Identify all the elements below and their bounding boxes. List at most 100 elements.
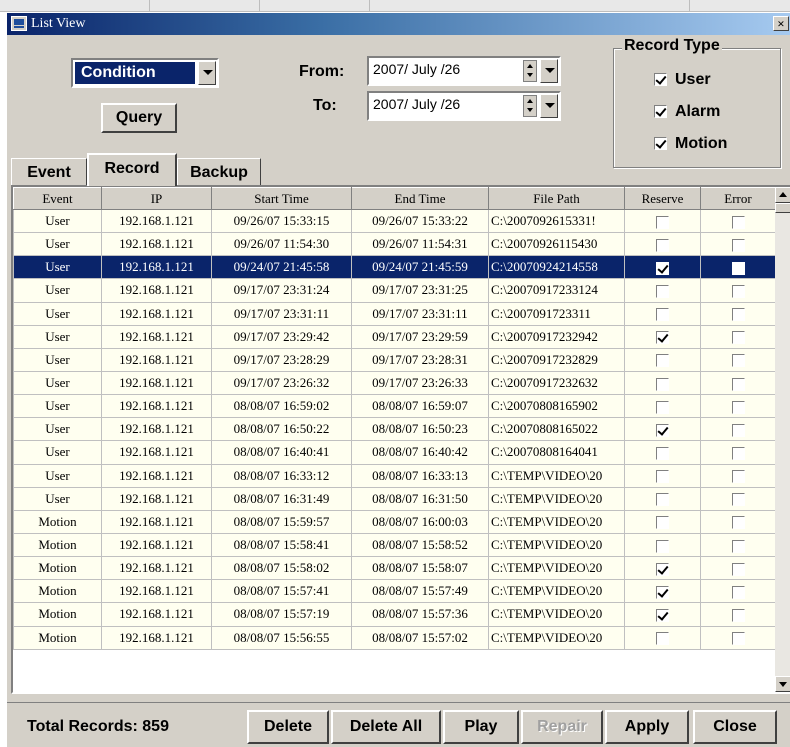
table-row[interactable]: User 192.168.1.121 09/17/07 23:31:24 09/17/… xyxy=(13,278,776,303)
table-row[interactable]: User 192.168.1.121 09/26/07 11:54:30 09/26/… xyxy=(13,232,776,257)
error-checkbox[interactable] xyxy=(731,238,745,252)
from-date-picker[interactable]: 2007/ July /26 xyxy=(367,56,561,86)
title-bar: List View × xyxy=(7,13,790,35)
motion-checkbox[interactable] xyxy=(654,137,667,151)
error-checkbox[interactable] xyxy=(731,470,745,484)
query-button[interactable]: Query xyxy=(101,103,177,133)
table-row[interactable]: User 192.168.1.121 08/08/07 16:33:12 08/08/… xyxy=(13,463,776,488)
reserve-checkbox[interactable] xyxy=(656,238,669,252)
table-row[interactable]: User 192.168.1.121 09/17/07 23:31:11 09/17/… xyxy=(13,301,776,326)
error-checkbox[interactable] xyxy=(731,608,745,622)
table-row[interactable]: User 192.168.1.121 08/08/07 16:59:02 08/08/… xyxy=(13,394,776,419)
column-header-reserve[interactable]: Reserve xyxy=(624,187,701,210)
reserve-checkbox[interactable] xyxy=(656,493,669,507)
column-header-start-time[interactable]: Start Time xyxy=(211,187,352,210)
error-checkbox[interactable] xyxy=(731,493,745,507)
vertical-scrollbar[interactable] xyxy=(775,187,790,692)
table-row[interactable]: Motion 192.168.1.121 08/08/07 15:57:19 08/0… xyxy=(13,602,776,627)
reserve-checkbox[interactable] xyxy=(656,423,669,437)
error-checkbox[interactable] xyxy=(731,215,745,229)
table-row[interactable]: Motion 192.168.1.121 08/08/07 15:57:41 08/0… xyxy=(13,579,776,604)
reserve-cell xyxy=(624,625,701,650)
table-row[interactable]: Motion 192.168.1.121 08/08/07 15:58:41 08/0… xyxy=(13,532,776,558)
table-row[interactable]: User 192.168.1.121 09/17/07 23:29:42 09/17/… xyxy=(13,324,776,349)
error-checkbox[interactable] xyxy=(731,400,745,414)
table-row[interactable]: User 192.168.1.121 08/08/07 16:40:41 08/08/… xyxy=(13,440,776,465)
error-checkbox[interactable] xyxy=(731,285,745,298)
table-row[interactable]: User 192.168.1.121 09/26/07 15:33:15 09/26/… xyxy=(13,208,776,234)
column-header-file-path[interactable]: File Path xyxy=(488,187,625,210)
reserve-checkbox[interactable] xyxy=(656,285,669,298)
column-header-end-time[interactable]: End Time xyxy=(351,187,489,210)
table-row[interactable]: User 192.168.1.121 09/17/07 23:26:32 09/17/… xyxy=(13,370,776,396)
reserve-checkbox[interactable] xyxy=(656,331,669,345)
delete-all-button[interactable]: Delete All xyxy=(331,710,441,744)
chevron-down-icon[interactable] xyxy=(198,61,216,85)
file-path-cell: C:\20070917232632 xyxy=(488,370,625,396)
play-button[interactable]: Play xyxy=(443,710,519,744)
error-checkbox[interactable] xyxy=(731,261,745,275)
tab-event[interactable]: Event xyxy=(11,158,87,185)
error-cell xyxy=(700,556,776,581)
reserve-checkbox[interactable] xyxy=(656,585,669,599)
to-date-spinner[interactable] xyxy=(523,95,537,117)
error-checkbox[interactable] xyxy=(731,516,745,530)
table-row[interactable]: User 192.168.1.121 08/08/07 16:50:22 08/08/… xyxy=(13,417,776,442)
close-window-button[interactable]: × xyxy=(773,16,789,31)
error-checkbox[interactable] xyxy=(731,585,745,599)
from-date-spinner[interactable] xyxy=(523,60,537,82)
reserve-checkbox[interactable] xyxy=(656,377,669,391)
reserve-checkbox[interactable] xyxy=(656,446,669,460)
table-row[interactable]: Motion 192.168.1.121 08/08/07 15:59:57 08/0… xyxy=(13,509,776,534)
error-checkbox[interactable] xyxy=(731,632,745,646)
alarm-checkbox[interactable] xyxy=(654,105,667,119)
error-checkbox[interactable] xyxy=(731,331,745,345)
error-checkbox[interactable] xyxy=(731,539,745,553)
error-checkbox[interactable] xyxy=(731,354,745,368)
reserve-checkbox[interactable] xyxy=(656,215,669,229)
tab-backup[interactable]: Backup xyxy=(177,158,261,185)
apply-button[interactable]: Apply xyxy=(605,710,689,744)
table-row[interactable]: Motion 192.168.1.121 08/08/07 15:56:55 08/0… xyxy=(13,625,776,650)
repair-button: Repair xyxy=(521,710,603,744)
reserve-checkbox[interactable] xyxy=(656,516,669,530)
reserve-checkbox[interactable] xyxy=(656,539,669,553)
table-row[interactable]: User 192.168.1.121 09/24/07 21:45:58 09/24/… xyxy=(13,255,776,280)
record-type-motion[interactable]: Motion xyxy=(654,135,727,153)
column-header-error[interactable]: Error xyxy=(700,187,776,210)
column-header-ip[interactable]: IP xyxy=(101,187,212,210)
start-time-cell: 09/24/07 21:45:58 xyxy=(211,255,352,280)
reserve-checkbox[interactable] xyxy=(656,470,669,484)
reserve-checkbox[interactable] xyxy=(656,308,669,322)
table-row[interactable]: Motion 192.168.1.121 08/08/07 15:58:02 08/0… xyxy=(13,556,776,581)
record-table: Event IP Start Time End Time File Path R… xyxy=(11,185,790,694)
scroll-up-icon[interactable] xyxy=(775,187,790,203)
error-checkbox[interactable] xyxy=(731,377,745,391)
end-time-cell: 08/08/07 16:00:03 xyxy=(351,509,489,534)
error-checkbox[interactable] xyxy=(731,308,745,322)
scroll-down-icon[interactable] xyxy=(775,676,790,692)
delete-button[interactable]: Delete xyxy=(247,710,329,744)
reserve-checkbox[interactable] xyxy=(656,562,669,576)
condition-dropdown[interactable]: Condition xyxy=(71,58,219,88)
scroll-thumb[interactable] xyxy=(775,203,790,213)
table-row[interactable]: User 192.168.1.121 08/08/07 16:31:49 08/08/… xyxy=(13,486,776,511)
reserve-checkbox[interactable] xyxy=(656,354,669,368)
error-checkbox[interactable] xyxy=(731,423,745,437)
record-type-alarm[interactable]: Alarm xyxy=(654,103,720,121)
reserve-checkbox[interactable] xyxy=(656,632,669,646)
table-row[interactable]: User 192.168.1.121 09/17/07 23:28:29 09/17/… xyxy=(13,347,776,372)
column-header-event[interactable]: Event xyxy=(13,187,102,210)
reserve-checkbox[interactable] xyxy=(656,261,669,275)
to-date-picker[interactable]: 2007/ July /26 xyxy=(367,91,561,121)
record-type-user[interactable]: User xyxy=(654,71,711,89)
to-date-dropdown-icon[interactable] xyxy=(540,94,558,118)
from-date-dropdown-icon[interactable] xyxy=(540,59,558,83)
reserve-checkbox[interactable] xyxy=(656,400,669,414)
error-checkbox[interactable] xyxy=(731,446,745,460)
error-checkbox[interactable] xyxy=(731,562,745,576)
reserve-checkbox[interactable] xyxy=(656,608,669,622)
tab-record[interactable]: Record xyxy=(87,153,177,186)
user-checkbox[interactable] xyxy=(654,73,667,87)
close-button[interactable]: Close xyxy=(693,710,777,744)
